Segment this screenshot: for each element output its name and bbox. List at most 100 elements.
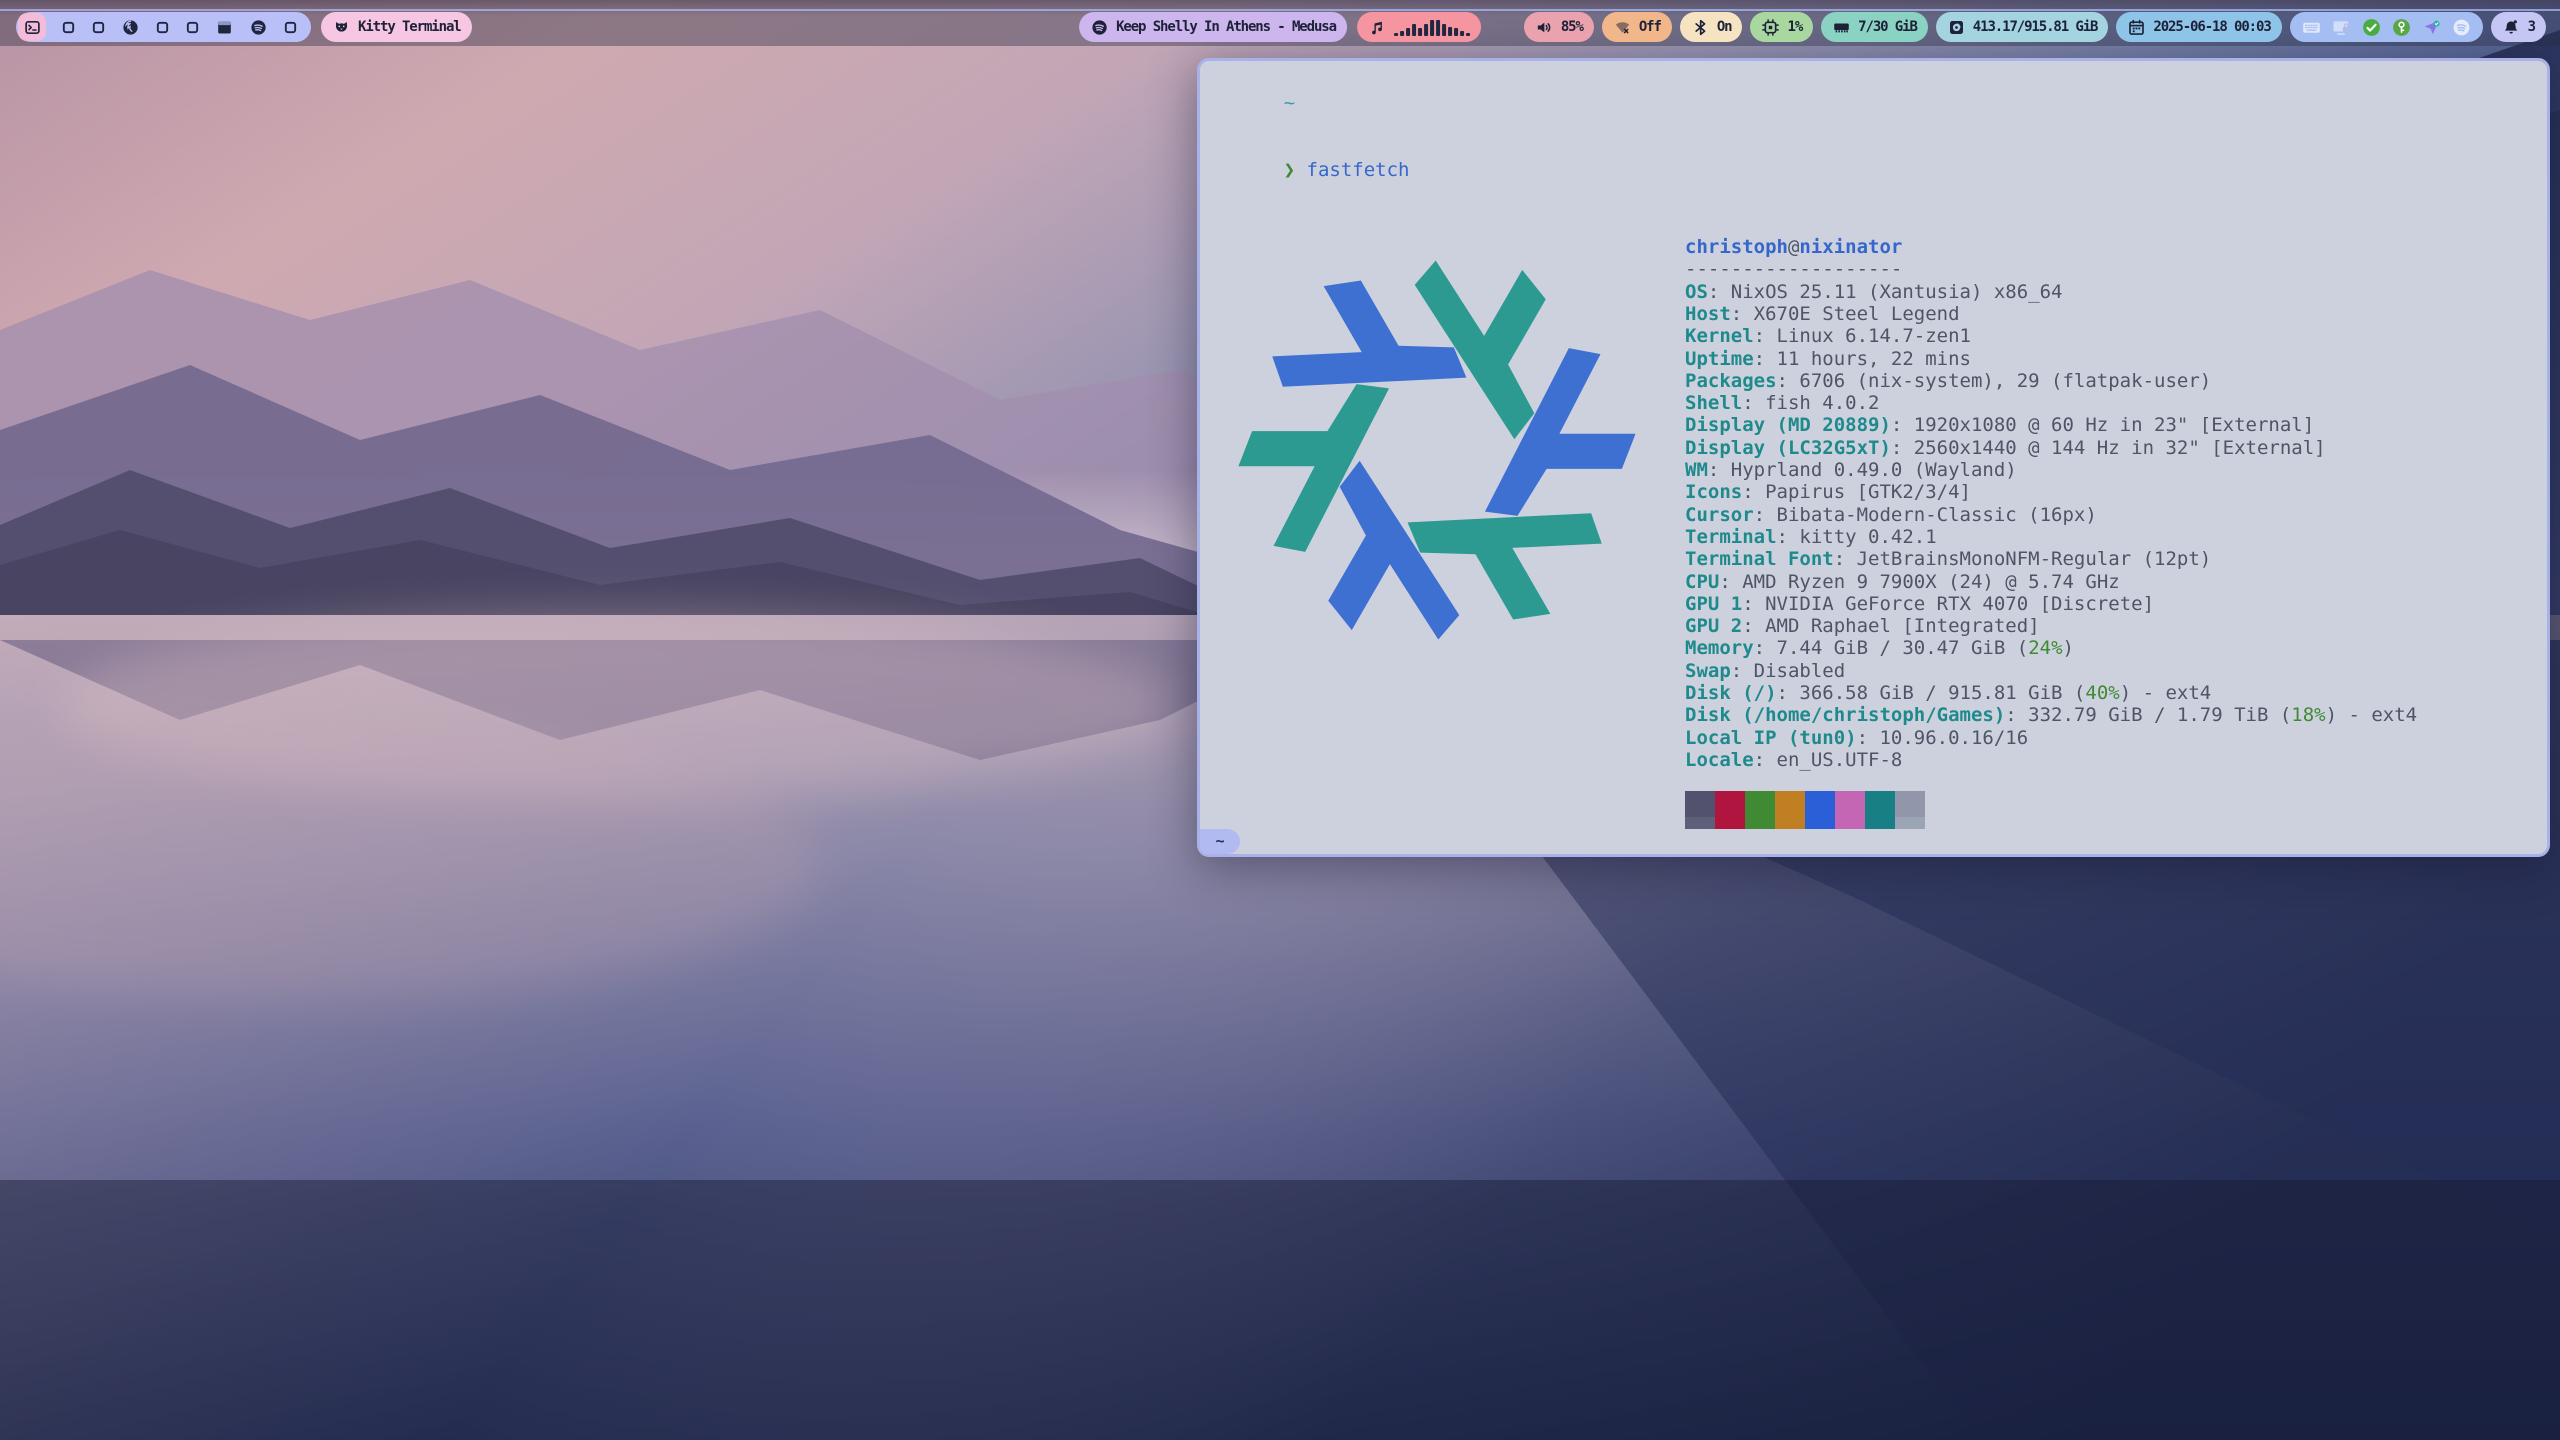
palette-swatch-1-7 [1895, 817, 1925, 829]
key-icon[interactable] [2391, 17, 2412, 38]
terminal-content: ~ ❯ fastfetch christoph@nixinator-------… [1200, 61, 2547, 829]
bluetooth-pill[interactable]: On [1680, 12, 1743, 42]
terminal-tab-bar: ~ [1200, 829, 2547, 854]
notifications-pill[interactable]: 3 [2491, 12, 2546, 42]
fastfetch-line-9: Display (MD 20889): 1920x1080 @ 60 Hz in… [1685, 414, 2417, 436]
now-playing-label: Keep Shelly In Athens - Medusa [1116, 20, 1336, 34]
terminal-icon [24, 19, 41, 36]
fastfetch-line-15: Terminal Font: JetBrainsMonoNFM-Regular … [1685, 548, 2417, 570]
fastfetch-line-14: Terminal: kitty 0.42.1 [1685, 526, 2417, 548]
fastfetch-line-7: Packages: 6706 (nix-system), 29 (flatpak… [1685, 370, 2417, 392]
ram-icon [1832, 18, 1851, 37]
cpu-label: 1% [1787, 20, 1802, 34]
palette-swatch-1-4 [1805, 817, 1835, 829]
bluetooth-label: On [1717, 20, 1732, 34]
notification-count: 3 [2528, 20, 2535, 34]
palette-swatch-1-6 [1865, 817, 1895, 829]
fastfetch-line-22: Disk (/home/christoph/Games): 332.79 GiB… [1685, 704, 2417, 726]
fastfetch-line-16: CPU: AMD Ryzen 9 7900X (24) @ 5.74 GHz [1685, 571, 2417, 593]
memory-pill[interactable]: 7/30 GiB [1821, 12, 1928, 42]
window-title-label: Kitty Terminal [358, 20, 461, 34]
workspace-6-square-icon[interactable] [185, 20, 200, 35]
fastfetch-line-12: Icons: Papirus [GTK2/3/4] [1685, 481, 2417, 503]
bar-right-section: 85% Off On 1% 7/30 GiB 413.17/915.81 GiB 2025-… [1524, 12, 2546, 42]
palette-swatch-0-0 [1685, 791, 1715, 817]
workspace-8-spotify-icon[interactable] [249, 18, 268, 37]
wifi-off-icon [1613, 18, 1632, 37]
fastfetch-line-10: Display (LC32G5xT): 2560x1440 @ 144 Hz i… [1685, 437, 2417, 459]
fastfetch-line-8: Shell: fish 4.0.2 [1685, 392, 2417, 414]
command-line: ❯ fastfetch [1215, 137, 2533, 204]
volume-pill[interactable]: 85% [1524, 12, 1594, 42]
spotify-icon [1090, 18, 1109, 37]
palette-swatch-1-1 [1715, 817, 1745, 829]
fastfetch-line-17: GPU 1: NVIDIA GeForce RTX 4070 [Discrete… [1685, 593, 2417, 615]
fastfetch-line-13: Cursor: Bibata-Modern-Classic (16px) [1685, 504, 2417, 526]
fastfetch-line-23: Local IP (tun0): 10.96.0.16/16 [1685, 727, 2417, 749]
disk-pill[interactable]: 413.17/915.81 GiB [1936, 12, 2109, 42]
palette-swatch-0-3 [1775, 791, 1805, 817]
workspace-4-firefox-icon[interactable] [121, 18, 140, 37]
palette-swatch-1-2 [1745, 817, 1775, 829]
memory-label: 7/30 GiB [1858, 20, 1917, 34]
fastfetch-line-5: Kernel: Linux 6.14.7-zen1 [1685, 325, 2417, 347]
palette-swatch-0-4 [1805, 791, 1835, 817]
check-circle-icon[interactable] [2361, 17, 2382, 38]
fastfetch-line-2: ------------------- [1685, 258, 2417, 280]
palette-swatch-0-7 [1895, 791, 1925, 817]
fastfetch-line-3: OS: NixOS 25.11 (Xantusia) x86_64 [1685, 281, 2417, 303]
palette-row-bottom [1685, 817, 2417, 829]
cpu-icon [1761, 18, 1780, 37]
prompt-symbol: ❯ [1284, 159, 1295, 181]
screen-lock-icon[interactable] [2331, 17, 2352, 38]
bar-left-section: Kitty Terminal [16, 12, 472, 42]
network-pill[interactable]: Off [1602, 12, 1672, 42]
workspace-3-square-icon[interactable] [91, 20, 106, 35]
fastfetch-line-18: GPU 2: AMD Raphael [Integrated] [1685, 615, 2417, 637]
visualizer-bars [1394, 18, 1470, 36]
network-label: Off [1639, 20, 1661, 34]
workspace-2-square-icon[interactable] [61, 20, 76, 35]
fastfetch-line-6: Uptime: 11 hours, 22 mins [1685, 348, 2417, 370]
calendar-icon [2127, 18, 2146, 37]
terminal-tab[interactable]: ~ [1200, 829, 1240, 854]
disk-icon [1947, 18, 1966, 37]
prompt-path-line: ~ [1215, 70, 2533, 137]
palette-swatch-0-1 [1715, 791, 1745, 817]
workspace-9-square-icon[interactable] [283, 20, 298, 35]
palette-swatch-1-3 [1775, 817, 1805, 829]
palette-swatch-0-5 [1835, 791, 1865, 817]
volume-label: 85% [1561, 20, 1583, 34]
command-text: fastfetch [1307, 159, 1410, 181]
cat-icon [332, 18, 351, 37]
fastfetch-output: christoph@nixinator-------------------OS… [1215, 236, 2533, 829]
palette-swatch-1-5 [1835, 817, 1865, 829]
audio-visualizer[interactable] [1357, 12, 1481, 42]
fastfetch-line-4: Host: X670E Steel Legend [1685, 303, 2417, 325]
palette-row-top [1685, 791, 2417, 817]
tailscale-icon[interactable] [2421, 17, 2442, 38]
keyboard-icon[interactable] [2301, 17, 2322, 38]
media-player[interactable]: Keep Shelly In Athens - Medusa [1079, 12, 1347, 42]
workspace-7-window-icon[interactable] [215, 18, 234, 37]
cpu-pill[interactable]: 1% [1750, 12, 1813, 42]
fastfetch-line-20: Swap: Disabled [1685, 660, 2417, 682]
clock-label: 2025-06-18 00:03 [2153, 20, 2270, 34]
system-tray [2290, 12, 2483, 42]
palette-swatch-0-2 [1745, 791, 1775, 817]
clock-pill[interactable]: 2025-06-18 00:03 [2116, 12, 2281, 42]
spotify-tray-icon[interactable] [2451, 17, 2472, 38]
bell-icon [2502, 18, 2521, 37]
terminal-window[interactable]: ~ ❯ fastfetch christoph@nixinator-------… [1197, 58, 2550, 857]
fastfetch-info: christoph@nixinator-------------------OS… [1685, 236, 2417, 829]
workspace-5-square-icon[interactable] [155, 20, 170, 35]
workspace-1-active[interactable] [18, 13, 46, 41]
disk-label: 413.17/915.81 GiB [1973, 20, 2098, 34]
fastfetch-line-11: WM: Hyprland 0.49.0 (Wayland) [1685, 459, 2417, 481]
fastfetch-line-19: Memory: 7.44 GiB / 30.47 GiB (24%) [1685, 637, 2417, 659]
fastfetch-line-24: Locale: en_US.UTF-8 [1685, 749, 2417, 771]
active-window-title[interactable]: Kitty Terminal [321, 12, 472, 42]
fastfetch-line-21: Disk (/): 366.58 GiB / 915.81 GiB (40%) … [1685, 682, 2417, 704]
fastfetch-line-1: christoph@nixinator [1685, 236, 2417, 258]
music-note-icon [1368, 18, 1387, 37]
